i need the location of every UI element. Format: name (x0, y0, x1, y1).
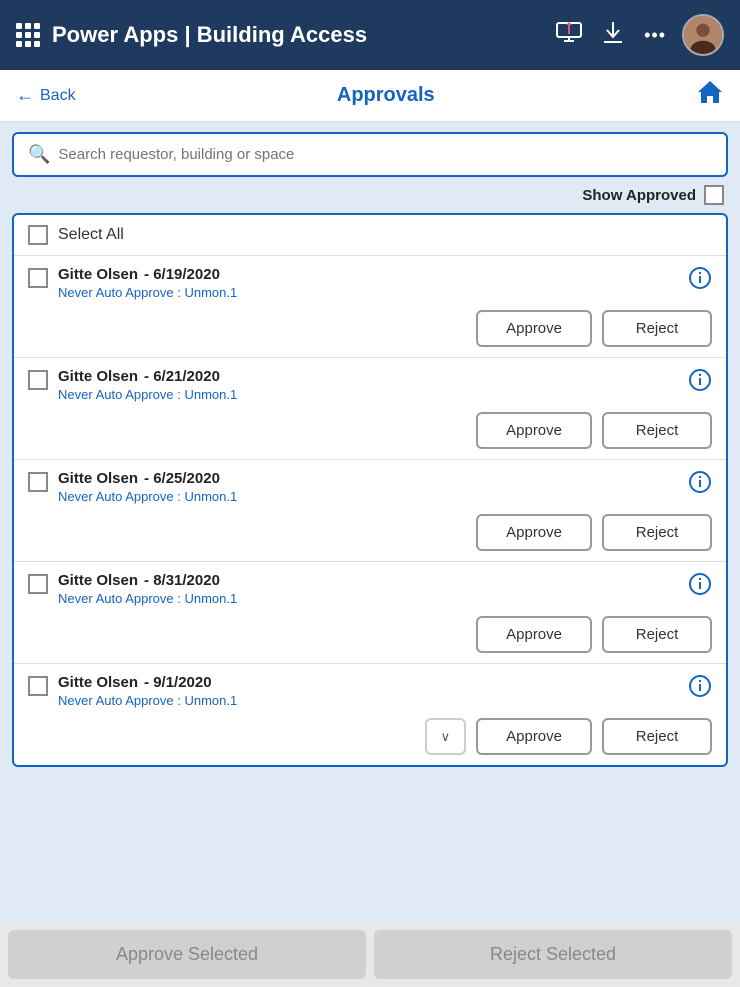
nav-title: Approvals (76, 84, 696, 107)
info-icon[interactable] (688, 470, 712, 500)
info-icon[interactable] (688, 674, 712, 704)
approve-button[interactable]: Approve (476, 514, 592, 551)
reject-button[interactable]: Reject (602, 616, 712, 653)
request-header: Gitte Olsen - 8/31/2020 Never Auto Appro… (28, 572, 712, 606)
back-label: Back (40, 87, 76, 105)
reject-button[interactable]: Reject (602, 718, 712, 755)
screen-name: Building Access (197, 22, 367, 47)
approve-button[interactable]: Approve (476, 310, 592, 347)
request-name-date: Gitte Olsen - 6/21/2020 (58, 368, 678, 385)
screen-icon[interactable] (556, 22, 582, 48)
approve-button[interactable]: Approve (476, 412, 592, 449)
request-header: Gitte Olsen - 9/1/2020 Never Auto Approv… (28, 674, 712, 708)
nav-bar: ← Back Approvals (0, 70, 740, 122)
request-subtitle: Never Auto Approve : Unmon.1 (58, 489, 678, 504)
request-date: - 9/1/2020 (144, 674, 212, 691)
request-subtitle: Never Auto Approve : Unmon.1 (58, 387, 678, 402)
request-info: Gitte Olsen - 6/25/2020 Never Auto Appro… (58, 470, 678, 504)
request-name-date: Gitte Olsen - 6/25/2020 (58, 470, 678, 487)
request-subtitle: Never Auto Approve : Unmon.1 (58, 285, 678, 300)
request-date: - 6/21/2020 (144, 368, 220, 385)
show-approved-row: Show Approved (12, 185, 728, 205)
request-checkbox[interactable] (28, 370, 48, 390)
show-approved-label: Show Approved (582, 187, 696, 204)
info-icon[interactable] (688, 266, 712, 296)
request-header: Gitte Olsen - 6/21/2020 Never Auto Appro… (28, 368, 712, 402)
request-subtitle: Never Auto Approve : Unmon.1 (58, 693, 678, 708)
request-actions: Approve Reject (28, 310, 712, 347)
request-date: - 8/31/2020 (144, 572, 220, 589)
download-icon[interactable] (602, 20, 624, 50)
request-name: Gitte Olsen (58, 470, 138, 487)
request-item: Gitte Olsen - 9/1/2020 Never Auto Approv… (14, 664, 726, 765)
power-apps-label: Power Apps (52, 22, 178, 47)
main-content: 🔍 Show Approved Select All Gitte Olsen -… (0, 122, 740, 922)
request-name: Gitte Olsen (58, 266, 138, 283)
request-name-date: Gitte Olsen - 9/1/2020 (58, 674, 678, 691)
request-name: Gitte Olsen (58, 368, 138, 385)
search-bar: 🔍 (12, 132, 728, 177)
requests-container: Gitte Olsen - 6/19/2020 Never Auto Appro… (14, 256, 726, 765)
chevron-button[interactable]: ∨ (425, 718, 467, 755)
request-item: Gitte Olsen - 8/31/2020 Never Auto Appro… (14, 562, 726, 664)
back-button[interactable]: ← Back (16, 85, 76, 106)
select-all-label: Select All (58, 226, 124, 244)
request-info: Gitte Olsen - 6/21/2020 Never Auto Appro… (58, 368, 678, 402)
separator: | (184, 22, 190, 47)
request-name: Gitte Olsen (58, 572, 138, 589)
request-header: Gitte Olsen - 6/25/2020 Never Auto Appro… (28, 470, 712, 504)
request-name-date: Gitte Olsen - 6/19/2020 (58, 266, 678, 283)
request-actions: ∨ Approve Reject (28, 718, 712, 755)
request-checkbox[interactable] (28, 268, 48, 288)
requests-list: Select All Gitte Olsen - 6/19/2020 Never… (12, 213, 728, 767)
reject-button[interactable]: Reject (602, 412, 712, 449)
request-actions: Approve Reject (28, 616, 712, 653)
request-actions: Approve Reject (28, 514, 712, 551)
user-avatar[interactable] (682, 14, 724, 56)
top-bar: Power Apps | Building Access ••• (0, 0, 740, 70)
more-options-icon[interactable]: ••• (644, 25, 666, 46)
request-checkbox[interactable] (28, 676, 48, 696)
request-header: Gitte Olsen - 6/19/2020 Never Auto Appro… (28, 266, 712, 300)
request-date: - 6/19/2020 (144, 266, 220, 283)
reject-button[interactable]: Reject (602, 310, 712, 347)
back-arrow-icon: ← (16, 85, 34, 106)
request-actions: Approve Reject (28, 412, 712, 449)
approve-button[interactable]: Approve (476, 616, 592, 653)
approve-selected-button[interactable]: Approve Selected (8, 930, 366, 979)
request-item: Gitte Olsen - 6/19/2020 Never Auto Appro… (14, 256, 726, 358)
request-info: Gitte Olsen - 6/19/2020 Never Auto Appro… (58, 266, 678, 300)
request-date: - 6/25/2020 (144, 470, 220, 487)
search-icon: 🔍 (28, 144, 50, 165)
app-title: Power Apps | Building Access (52, 22, 540, 48)
bottom-bar: Approve Selected Reject Selected (0, 922, 740, 987)
search-input[interactable] (58, 146, 712, 163)
info-icon[interactable] (688, 572, 712, 602)
approve-button[interactable]: Approve (476, 718, 592, 755)
request-checkbox[interactable] (28, 472, 48, 492)
request-subtitle: Never Auto Approve : Unmon.1 (58, 591, 678, 606)
select-all-row: Select All (14, 215, 726, 256)
reject-button[interactable]: Reject (602, 514, 712, 551)
request-info: Gitte Olsen - 9/1/2020 Never Auto Approv… (58, 674, 678, 708)
request-item: Gitte Olsen - 6/21/2020 Never Auto Appro… (14, 358, 726, 460)
reject-selected-button[interactable]: Reject Selected (374, 930, 732, 979)
request-item: Gitte Olsen - 6/25/2020 Never Auto Appro… (14, 460, 726, 562)
home-icon[interactable] (696, 78, 724, 113)
request-checkbox[interactable] (28, 574, 48, 594)
request-info: Gitte Olsen - 8/31/2020 Never Auto Appro… (58, 572, 678, 606)
show-approved-checkbox[interactable] (704, 185, 724, 205)
request-name-date: Gitte Olsen - 8/31/2020 (58, 572, 678, 589)
grid-icon[interactable] (16, 23, 40, 47)
select-all-checkbox[interactable] (28, 225, 48, 245)
request-name: Gitte Olsen (58, 674, 138, 691)
info-icon[interactable] (688, 368, 712, 398)
